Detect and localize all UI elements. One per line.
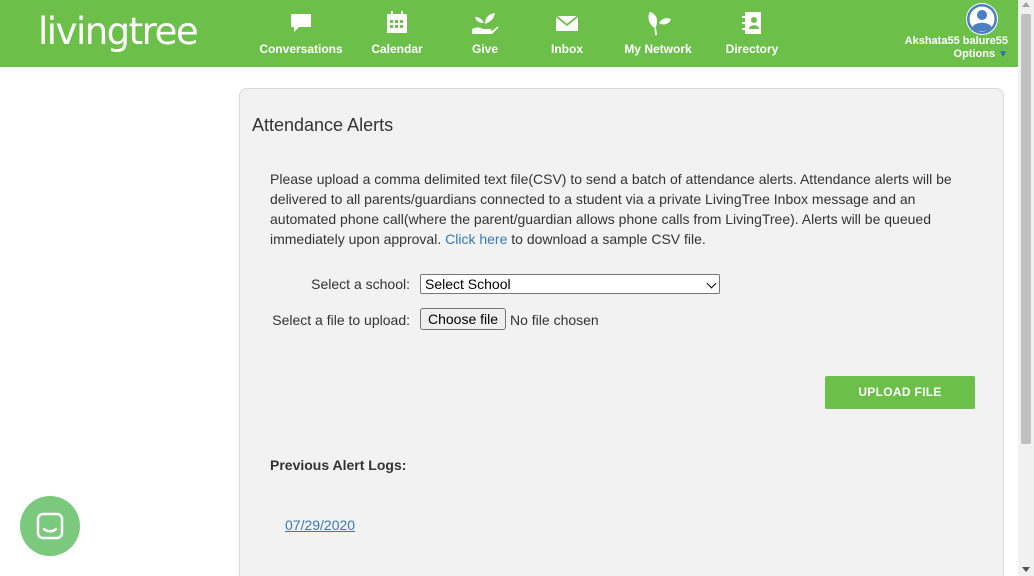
description-text: Please upload a comma delimited text fil… xyxy=(270,169,980,249)
envelope-icon xyxy=(555,15,579,31)
options-label: Options xyxy=(953,48,996,60)
user-icon xyxy=(967,4,997,34)
nav-label: Calendar xyxy=(371,42,423,56)
nav-label: Directory xyxy=(725,42,779,56)
scroll-down-arrow-icon[interactable] xyxy=(1022,567,1030,572)
contact-book-icon xyxy=(742,12,761,34)
nav-my-network[interactable]: My Network xyxy=(613,10,703,56)
top-navbar: livingtree Conversations Calendar Give I… xyxy=(0,0,1018,67)
nav-label: Conversations xyxy=(259,42,343,56)
caret-down-icon: ▼ xyxy=(998,49,1008,60)
user-menu[interactable]: Akshata55 balure55 Options ▼ xyxy=(898,3,1008,65)
file-label: Select a file to upload: xyxy=(272,312,410,328)
vertical-scrollbar[interactable] xyxy=(1018,0,1034,576)
attendance-alerts-panel: Attendance Alerts Please upload a comma … xyxy=(239,88,1004,576)
nav-conversations[interactable]: Conversations xyxy=(256,10,346,56)
speech-bubble-icon xyxy=(291,14,311,32)
page-title: Attendance Alerts xyxy=(252,115,394,135)
nav-calendar[interactable]: Calendar xyxy=(352,10,442,56)
alert-log-link[interactable]: 07/29/2020 xyxy=(285,517,355,533)
choose-file-button[interactable]: Choose file xyxy=(420,308,507,330)
options-dropdown[interactable]: Options ▼ xyxy=(954,48,1008,60)
scroll-thumb[interactable] xyxy=(1021,14,1031,444)
chat-launcher[interactable] xyxy=(20,496,80,556)
hand-plant-icon xyxy=(472,13,499,34)
description-tail: to download a sample CSV file. xyxy=(507,231,706,247)
page: livingtree Conversations Calendar Give I… xyxy=(0,0,1034,576)
sample-csv-link[interactable]: Click here xyxy=(445,231,507,247)
nav-label: My Network xyxy=(624,42,692,56)
school-select[interactable]: Select School xyxy=(420,274,720,294)
nav-directory[interactable]: Directory xyxy=(707,10,797,56)
file-status: No file chosen xyxy=(510,312,599,328)
user-name: Akshata55 balure55 xyxy=(904,35,1008,47)
scroll-up-arrow-icon[interactable] xyxy=(1022,2,1030,7)
logs-heading: Previous Alert Logs: xyxy=(270,457,407,473)
avatar[interactable] xyxy=(966,3,998,35)
chevron-down-icon xyxy=(706,278,717,289)
nav-inbox[interactable]: Inbox xyxy=(522,10,612,56)
nav-give[interactable]: Give xyxy=(440,10,530,56)
school-select-value: Select School xyxy=(425,276,511,292)
nav-label: Give xyxy=(471,42,498,56)
livingtree-logo[interactable]: livingtree xyxy=(38,10,199,53)
school-label: Select a school: xyxy=(311,276,410,292)
calendar-icon xyxy=(387,11,407,33)
nav-label: Inbox xyxy=(551,42,583,56)
leaves-icon xyxy=(648,11,671,36)
upload-file-button[interactable]: UPLOAD FILE xyxy=(825,376,975,409)
chat-icon xyxy=(36,512,64,540)
